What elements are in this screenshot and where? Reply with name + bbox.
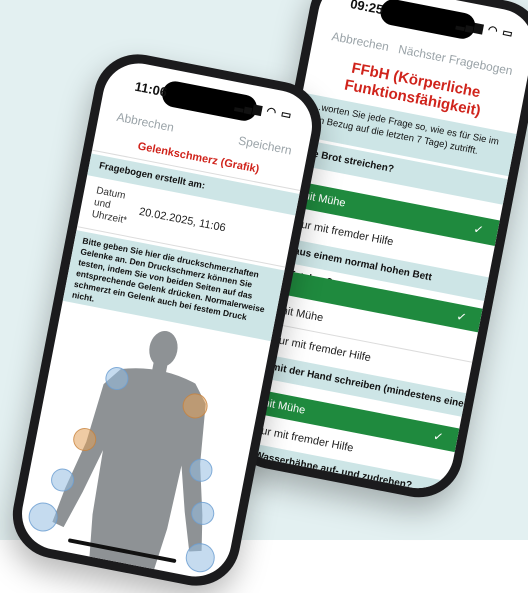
body-figure[interactable] — [16, 305, 270, 583]
cancel-button[interactable]: Abbrechen — [331, 29, 391, 54]
joint-hand-left[interactable] — [27, 501, 60, 534]
status-time: 09:25 — [348, 0, 385, 18]
checkmark-icon: ✓ — [432, 428, 445, 445]
cancel-button[interactable]: Abbrechen — [116, 110, 176, 135]
checkmark-icon: ✓ — [472, 221, 485, 238]
created-label: Fragebogen erstellt am: — [98, 160, 206, 192]
date-value-field[interactable]: 20.02.2025, 11:06 — [138, 206, 227, 235]
save-button[interactable]: Speichern — [237, 133, 293, 157]
checkmark-icon: ✓ — [455, 309, 468, 325]
date-label: Datum und Uhrzeit* — [91, 185, 133, 227]
instructions-text: Bitte geben Sie hier die druckschmerzhaf… — [71, 235, 266, 323]
status-time: 11:06 — [133, 78, 169, 100]
